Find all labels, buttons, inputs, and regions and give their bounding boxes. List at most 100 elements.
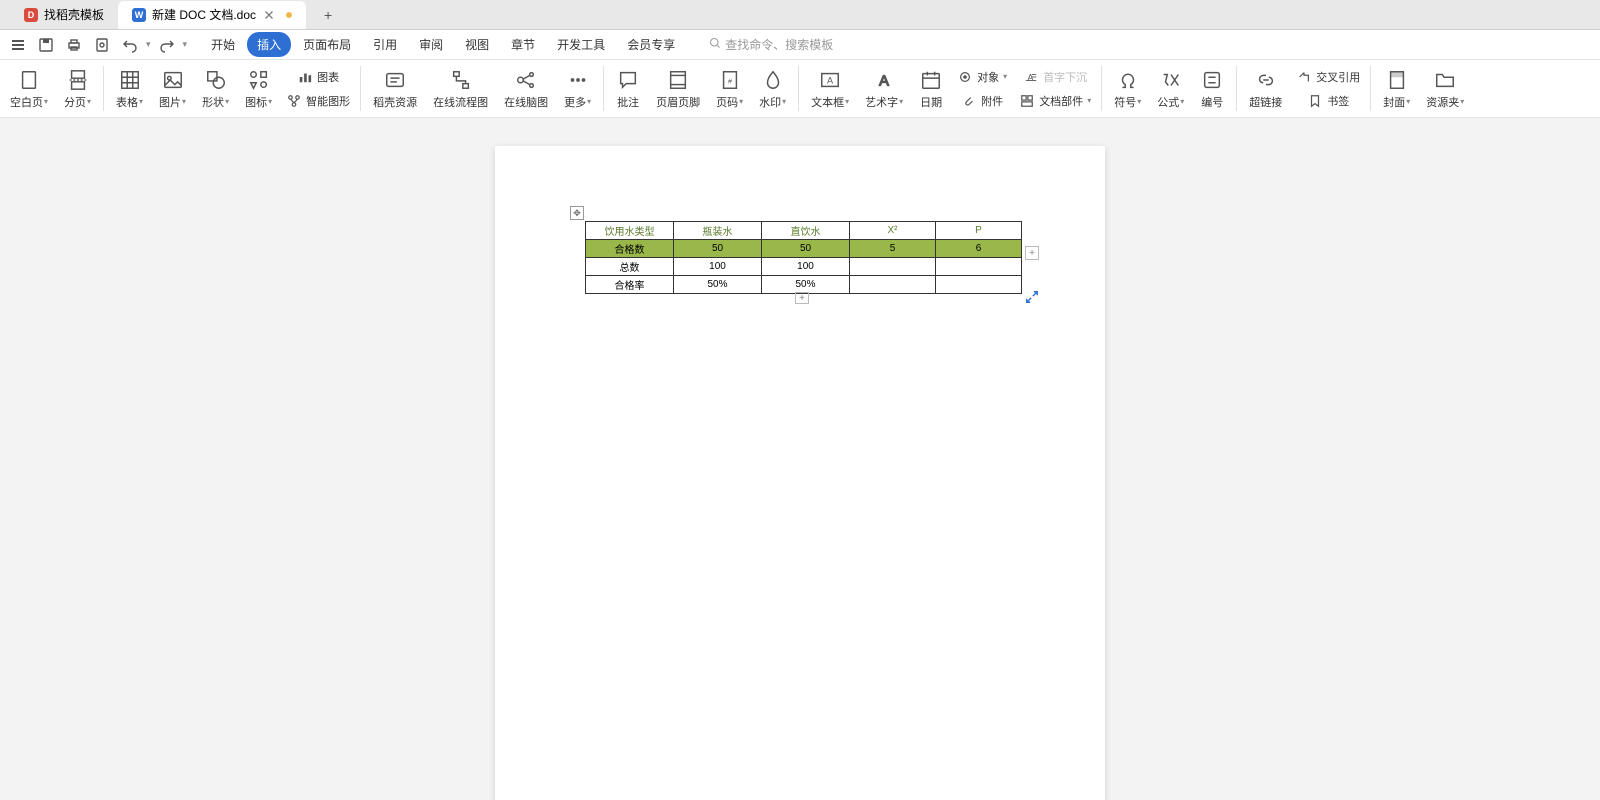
chart-button[interactable]: 图表: [280, 66, 356, 88]
document-page[interactable]: ✥ 饮用水类型 瓶装水 直饮水 X² P 合格数 50 50 5 6 总数 10…: [495, 146, 1105, 800]
table-move-handle[interactable]: ✥: [570, 206, 584, 220]
date-icon: [919, 68, 943, 92]
tab-label: 找稻壳模板: [44, 6, 104, 23]
preview-icon[interactable]: [93, 36, 111, 54]
menu-start[interactable]: 开始: [201, 32, 245, 57]
icon-button[interactable]: 图标▾: [237, 66, 280, 112]
menu-layout[interactable]: 页面布局: [293, 32, 361, 57]
table-header-cell: 直饮水: [762, 222, 850, 240]
equation-button[interactable]: 公式▾: [1149, 66, 1192, 112]
table-cell: 50%: [762, 276, 850, 294]
table-header-cell: 瓶装水: [674, 222, 762, 240]
online-flow-button[interactable]: 在线流程图: [425, 66, 496, 112]
bookmark-icon: [1307, 93, 1323, 109]
table-header-cell: X²: [850, 222, 936, 240]
table-cell: 合格数: [586, 240, 674, 258]
menu-view[interactable]: 视图: [455, 32, 499, 57]
table-button[interactable]: 表格▾: [108, 66, 151, 112]
online-mind-button[interactable]: 在线脑图: [496, 66, 556, 112]
tab-document[interactable]: W 新建 DOC 文档.doc: [118, 1, 306, 29]
menu-tabs: 开始 插入 页面布局 引用 审阅 视图 章节 开发工具 会员专享: [201, 32, 685, 57]
canvas-area[interactable]: ✥ 饮用水类型 瓶装水 直饮水 X² P 合格数 50 50 5 6 总数 10…: [0, 118, 1600, 800]
close-icon[interactable]: [262, 8, 276, 22]
unsaved-indicator: [286, 12, 292, 18]
attachment-button[interactable]: 附件: [951, 90, 1013, 112]
date-button[interactable]: 日期: [911, 66, 951, 112]
search-box[interactable]: 查找命令、搜索模板: [709, 36, 833, 53]
resources-button[interactable]: 稻壳资源: [365, 66, 425, 112]
symbol-button[interactable]: 符号▾: [1106, 66, 1149, 112]
dropcap-button[interactable]: A 首字下沉: [1013, 66, 1097, 88]
menu-devtools[interactable]: 开发工具: [547, 32, 615, 57]
table-header-cell: P: [936, 222, 1022, 240]
cover-icon: [1385, 68, 1409, 92]
comment-icon: [616, 68, 640, 92]
shape-icon: [204, 68, 228, 92]
table-cell: 合格率: [586, 276, 674, 294]
blank-page-button[interactable]: 空白页▾: [2, 66, 56, 112]
docparts-button[interactable]: 文档部件▾: [1013, 90, 1097, 112]
document-table[interactable]: 饮用水类型 瓶装水 直饮水 X² P 合格数 50 50 5 6 总数 100 …: [585, 221, 1022, 294]
cover-button[interactable]: 封面▾: [1375, 66, 1418, 112]
crossref-icon: [1296, 69, 1312, 85]
page-break-button[interactable]: 分页▾: [56, 66, 99, 112]
object-button[interactable]: 对象▾: [951, 66, 1013, 88]
folder-icon: [1433, 68, 1457, 92]
textbox-button[interactable]: A 文本框▾: [803, 66, 857, 112]
redo-icon[interactable]: [158, 36, 176, 54]
search-placeholder: 查找命令、搜索模板: [725, 36, 833, 53]
svg-text:A: A: [879, 73, 889, 89]
shape-button[interactable]: 形状▾: [194, 66, 237, 112]
hyperlink-icon: [1254, 68, 1278, 92]
resource-pane-button[interactable]: 资源夹▾: [1418, 66, 1472, 112]
table-cell: [936, 276, 1022, 294]
table-cell: [936, 258, 1022, 276]
table-cell: [850, 258, 936, 276]
object-icon: [957, 69, 973, 85]
chart-icon: [297, 69, 313, 85]
tab-document-icon: W: [132, 8, 146, 22]
menu-chapter[interactable]: 章节: [501, 32, 545, 57]
redo-caret[interactable]: ▾: [183, 39, 188, 50]
number-button[interactable]: 编号: [1192, 66, 1232, 112]
more-button[interactable]: 更多▾: [556, 66, 599, 112]
menu-insert[interactable]: 插入: [247, 32, 291, 57]
more-icon: [566, 68, 590, 92]
add-tab-button[interactable]: +: [316, 3, 340, 27]
table-header-row: 饮用水类型 瓶装水 直饮水 X² P: [586, 222, 1022, 240]
mindmap-icon: [514, 68, 538, 92]
undo-caret[interactable]: ▾: [146, 39, 151, 50]
menu-references[interactable]: 引用: [363, 32, 407, 57]
menu-review[interactable]: 审阅: [409, 32, 453, 57]
picture-button[interactable]: 图片▾: [151, 66, 194, 112]
page-icon: [17, 68, 41, 92]
print-icon[interactable]: [65, 36, 83, 54]
crossref-button[interactable]: 交叉引用: [1290, 66, 1366, 88]
header-footer-button[interactable]: 页眉页脚: [648, 66, 708, 112]
svg-text:A: A: [827, 75, 834, 85]
page-number-icon: #: [718, 68, 742, 92]
hyperlink-button[interactable]: 超链接: [1241, 66, 1290, 112]
add-column-button[interactable]: +: [1025, 246, 1039, 260]
attachment-icon: [961, 93, 977, 109]
save-icon[interactable]: [37, 36, 55, 54]
add-row-button[interactable]: +: [795, 292, 809, 304]
watermark-button[interactable]: 水印▾: [751, 66, 794, 112]
smartart-button[interactable]: 智能图形: [280, 90, 356, 112]
table-cell: 100: [762, 258, 850, 276]
svg-text:#: #: [728, 76, 733, 85]
table-row: 合格率 50% 50%: [586, 276, 1022, 294]
bookmark-button[interactable]: 书签: [1290, 90, 1366, 112]
smartart-icon: [286, 93, 302, 109]
tab-templates[interactable]: D 找稻壳模板: [10, 1, 118, 29]
search-icon: [709, 37, 721, 52]
wordart-button[interactable]: A 艺术字▾: [857, 66, 911, 112]
comment-button[interactable]: 批注: [608, 66, 648, 112]
page-number-button[interactable]: # 页码▾: [708, 66, 751, 112]
menu-icon[interactable]: [9, 36, 27, 54]
undo-icon[interactable]: [121, 36, 139, 54]
tab-label: 新建 DOC 文档.doc: [152, 6, 256, 23]
menu-member[interactable]: 会员专享: [617, 32, 685, 57]
textbox-icon: A: [818, 68, 842, 92]
table-resize-handle[interactable]: [1025, 290, 1039, 304]
